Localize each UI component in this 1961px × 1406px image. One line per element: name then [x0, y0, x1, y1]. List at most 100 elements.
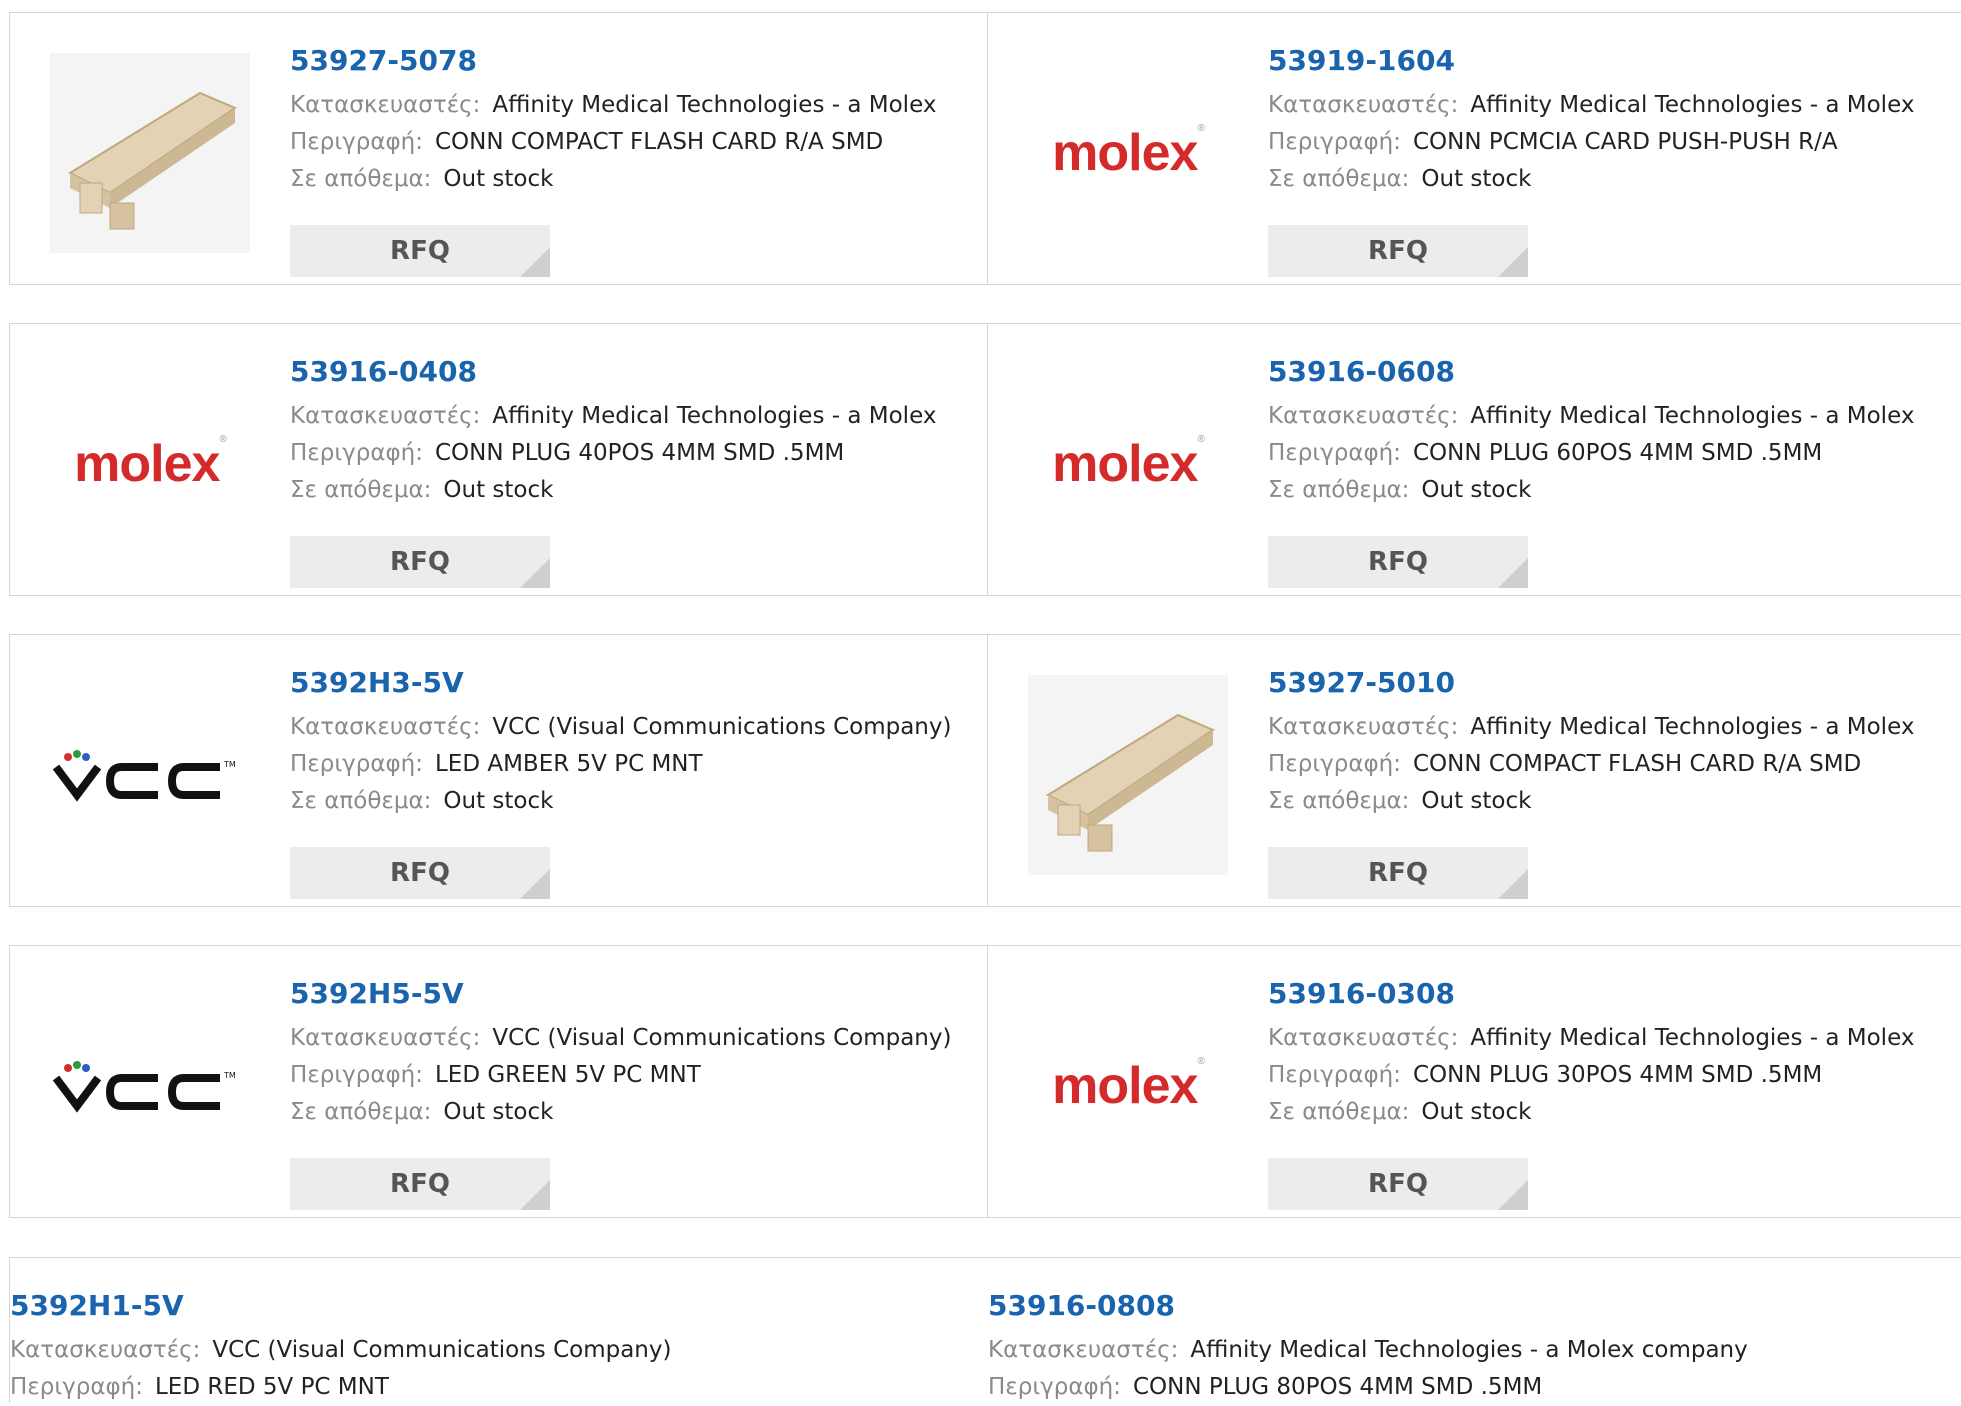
description-value: LED AMBER 5V PC MNT: [434, 751, 703, 777]
product-image[interactable]: molex®: [1028, 53, 1228, 253]
product-card: molex® 53916-0308 Κατασκευαστές: Affinity…: [988, 946, 1961, 1217]
manufacturer-label: Κατασκευαστές:: [1268, 403, 1459, 429]
part-number-link[interactable]: 5392H3-5V: [290, 665, 970, 701]
molex-logo: molex®: [74, 434, 227, 493]
description-line: Περιγραφή: CONN COMPACT FLASH CARD R/A SM…: [1268, 746, 1948, 783]
description-value: CONN COMPACT FLASH CARD R/A SMD: [434, 129, 884, 155]
rfq-button[interactable]: RFQ: [290, 1158, 550, 1210]
manufacturer-line: Κατασκευαστές: Affinity Medical Technolog…: [1268, 709, 1948, 746]
manufacturer-value: VCC (Visual Communications Company): [492, 714, 952, 740]
stock-value: Out stock: [443, 1099, 554, 1125]
manufacturer-value: Affinity Medical Technologies - a Molex: [1470, 1025, 1915, 1051]
product-image[interactable]: TM: [50, 675, 250, 875]
product-image[interactable]: molex®: [50, 364, 250, 564]
product-info: 53916-0608 Κατασκευαστές: Affinity Medica…: [1268, 354, 1948, 588]
product-card: TM 5392H5-5V Κατασκευαστές: VCC (Visual C…: [10, 946, 988, 1217]
description-label: Περιγραφή:: [1268, 129, 1401, 155]
manufacturer-line: Κατασκευαστές: Affinity Medical Technolog…: [290, 87, 970, 124]
stock-label: Σε απόθεμα:: [1268, 1099, 1410, 1125]
rfq-button[interactable]: RFQ: [1268, 1158, 1528, 1210]
product-row: molex® 53916-0408 Κατασκευαστές: Affinity…: [9, 323, 1961, 596]
manufacturer-value: VCC (Visual Communications Company): [212, 1337, 672, 1363]
product-image[interactable]: [1028, 675, 1228, 875]
product-image[interactable]: [50, 53, 250, 253]
manufacturer-line: Κατασκευαστές: Affinity Medical Technolog…: [290, 398, 970, 435]
connector-photo-icon: [50, 53, 250, 253]
rfq-label: RFQ: [1368, 858, 1428, 888]
description-value: CONN PLUG 60POS 4MM SMD .5MM: [1412, 440, 1823, 466]
product-image[interactable]: TM: [50, 986, 250, 1186]
molex-logo: molex®: [1052, 1056, 1205, 1115]
part-number-link[interactable]: 53916-0308: [1268, 976, 1948, 1012]
stock-line: Σε απόθεμα: Out stock: [290, 783, 970, 820]
manufacturer-value: Affinity Medical Technologies - a Molex: [492, 403, 937, 429]
product-card: TM 5392H3-5V Κατασκευαστές: VCC (Visual C…: [10, 635, 988, 906]
description-value: CONN PLUG 80POS 4MM SMD .5MM: [1132, 1374, 1543, 1400]
description-label: Περιγραφή:: [1268, 751, 1401, 777]
description-label: Περιγραφή:: [1268, 1062, 1401, 1088]
product-info: 53927-5010 Κατασκευαστές: Affinity Medica…: [1268, 665, 1948, 899]
rfq-label: RFQ: [390, 547, 450, 577]
description-label: Περιγραφή:: [10, 1374, 143, 1400]
rfq-button[interactable]: RFQ: [1268, 225, 1528, 277]
manufacturer-value: Affinity Medical Technologies - a Molex: [1470, 92, 1915, 118]
description-line: Περιγραφή: CONN PLUG 40POS 4MM SMD .5MM: [290, 435, 970, 472]
vcc-logo: TM: [52, 750, 236, 802]
manufacturer-label: Κατασκευαστές:: [1268, 92, 1459, 118]
stock-value: Out stock: [1421, 788, 1532, 814]
rfq-label: RFQ: [1368, 236, 1428, 266]
manufacturer-label: Κατασκευαστές:: [290, 1025, 481, 1051]
product-card: 53916-0808 Κατασκευαστές: Affinity Medica…: [988, 1288, 1958, 1406]
part-number-link[interactable]: 53927-5010: [1268, 665, 1948, 701]
stock-value: Out stock: [443, 477, 554, 503]
molex-logo: molex®: [1052, 123, 1205, 182]
part-number-link[interactable]: 5392H1-5V: [10, 1288, 980, 1324]
stock-label: Σε απόθεμα:: [290, 477, 432, 503]
manufacturer-label: Κατασκευαστές:: [1268, 714, 1459, 740]
corner-triangle-icon: [1498, 1180, 1528, 1210]
stock-value: Out stock: [1421, 477, 1532, 503]
part-number-link[interactable]: 53919-1604: [1268, 43, 1948, 79]
stock-line: Σε απόθεμα: Out stock: [1268, 472, 1948, 509]
part-number-link[interactable]: 53916-0808: [988, 1288, 1958, 1324]
corner-triangle-icon: [520, 558, 550, 588]
manufacturer-value: Affinity Medical Technologies - a Molex: [1470, 714, 1915, 740]
stock-value: Out stock: [443, 166, 554, 192]
rfq-button[interactable]: RFQ: [1268, 847, 1528, 899]
part-number-link[interactable]: 5392H5-5V: [290, 976, 970, 1012]
product-info: 5392H3-5V Κατασκευαστές: VCC (Visual Comm…: [290, 665, 970, 899]
part-number-link[interactable]: 53916-0408: [290, 354, 970, 390]
product-card: 5392H1-5V Κατασκευαστές: VCC (Visual Comm…: [10, 1288, 980, 1406]
product-image[interactable]: molex®: [1028, 986, 1228, 1186]
rfq-button[interactable]: RFQ: [290, 536, 550, 588]
description-line: Περιγραφή: CONN PLUG 80POS 4MM SMD .5MM: [988, 1369, 1958, 1406]
rfq-button[interactable]: RFQ: [290, 225, 550, 277]
rfq-label: RFQ: [390, 1169, 450, 1199]
stock-label: Σε απόθεμα:: [290, 1099, 432, 1125]
part-number-link[interactable]: 53927-5078: [290, 43, 970, 79]
manufacturer-line: Κατασκευαστές: Affinity Medical Technolog…: [1268, 87, 1948, 124]
stock-value: Out stock: [1421, 1099, 1532, 1125]
corner-triangle-icon: [520, 247, 550, 277]
description-label: Περιγραφή:: [290, 1062, 423, 1088]
rfq-label: RFQ: [390, 858, 450, 888]
corner-triangle-icon: [520, 1180, 550, 1210]
manufacturer-label: Κατασκευαστές:: [290, 714, 481, 740]
stock-line: Σε απόθεμα: Out stock: [1268, 1094, 1948, 1131]
product-image[interactable]: molex®: [1028, 364, 1228, 564]
manufacturer-label: Κατασκευαστές:: [290, 403, 481, 429]
description-line: Περιγραφή: CONN COMPACT FLASH CARD R/A SM…: [290, 124, 970, 161]
product-info: 5392H5-5V Κατασκευαστές: VCC (Visual Comm…: [290, 976, 970, 1210]
rfq-button[interactable]: RFQ: [290, 847, 550, 899]
manufacturer-value: Affinity Medical Technologies - a Molex: [492, 92, 937, 118]
description-label: Περιγραφή:: [290, 440, 423, 466]
description-line: Περιγραφή: LED AMBER 5V PC MNT: [290, 746, 970, 783]
corner-triangle-icon: [1498, 558, 1528, 588]
corner-triangle-icon: [520, 869, 550, 899]
stock-label: Σε απόθεμα:: [1268, 166, 1410, 192]
part-number-link[interactable]: 53916-0608: [1268, 354, 1948, 390]
manufacturer-line: Κατασκευαστές: VCC (Visual Communications…: [10, 1332, 980, 1369]
manufacturer-line: Κατασκευαστές: Affinity Medical Technolog…: [1268, 398, 1948, 435]
svg-text:TM: TM: [223, 1071, 236, 1080]
rfq-button[interactable]: RFQ: [1268, 536, 1528, 588]
